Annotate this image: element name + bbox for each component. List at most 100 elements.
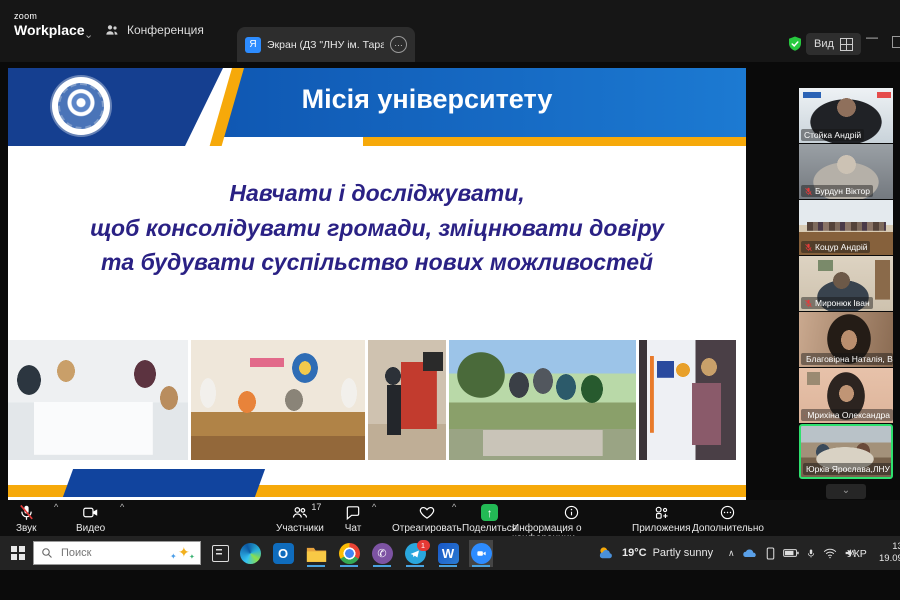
participant-tile[interactable]: Коцур Андрій [799, 200, 893, 255]
participant-name-bar: Миронюк Іван [801, 297, 873, 309]
audio-options-chevron[interactable]: ^ [54, 502, 58, 512]
participant-tile-active-speaker[interactable]: Юрків Ярослава,ЛНУ іме... [799, 424, 893, 479]
participants-strip: Стойка Андрій Бурдун Віктор Коцур Андрій [799, 88, 893, 480]
photo-flipchart-training [368, 340, 446, 460]
tab-label: Экран (ДЗ "ЛНУ ім. Тараса Шев [267, 39, 384, 51]
zoom-app-icon[interactable] [469, 540, 493, 567]
maximize-button[interactable] [892, 36, 900, 48]
mission-line-2: щоб консолідувати громади, зміцнювати до… [18, 211, 736, 246]
mission-line-3: та будувати суспільство нових можливосте… [18, 245, 736, 280]
task-view-button[interactable] [212, 545, 229, 562]
view-label: Вид [814, 38, 834, 50]
tab-options-icon[interactable]: … [390, 36, 407, 53]
phone-link-icon[interactable] [765, 547, 776, 560]
telegram-icon: 1 [405, 543, 426, 564]
clock-date: 19.09.20 [876, 553, 900, 565]
photo-strip [8, 340, 746, 460]
running-indicator [340, 565, 358, 568]
notification-badge: 1 [417, 540, 430, 551]
chrome-app-icon[interactable] [337, 540, 361, 567]
apps-icon [653, 504, 670, 521]
system-tray: ∧ [728, 542, 857, 564]
outlook-app-icon[interactable]: O [271, 540, 295, 567]
chat-options-chevron[interactable]: ^ [372, 502, 376, 512]
outlook-icon: O [273, 543, 294, 564]
chat-button[interactable]: Чат [344, 504, 362, 534]
photo-project-presentation [639, 340, 736, 460]
photo-students-workshop [8, 340, 188, 460]
share-label: Поделиться [462, 524, 517, 534]
participant-tile[interactable]: Стойка Андрій [799, 88, 893, 143]
photo-volunteers-park [449, 340, 636, 460]
wifi-icon[interactable] [823, 548, 837, 559]
participant-tile[interactable]: Бурдун Віктор [799, 144, 893, 199]
windows-taskbar: ✦ ✦ ✦ O ✆ 1 W [0, 536, 900, 570]
mic-muted-icon [804, 411, 805, 420]
slide-header-yellow-underline [363, 137, 746, 146]
clock-time: 13:30 [876, 541, 900, 553]
letterbox-strip [0, 570, 900, 600]
onedrive-icon[interactable] [742, 547, 758, 559]
search-icon [41, 547, 53, 559]
share-button[interactable]: ↑ Поделиться [462, 504, 517, 534]
participant-tile[interactable]: Миронюк Іван [799, 256, 893, 311]
file-explorer-app-icon[interactable] [304, 540, 328, 567]
tray-expand-icon[interactable]: ∧ [728, 548, 735, 559]
viber-icon: ✆ [372, 543, 393, 564]
tray-mic-icon[interactable] [806, 547, 816, 560]
partly-sunny-icon [596, 544, 616, 562]
video-button[interactable]: Видео [76, 504, 105, 534]
viber-app-icon[interactable]: ✆ [370, 540, 394, 567]
participant-tile[interactable]: Благовірна Наталія, В... [799, 312, 893, 367]
mic-muted-icon [18, 504, 35, 521]
video-options-chevron[interactable]: ^ [120, 502, 124, 512]
apps-button[interactable]: Приложения [632, 504, 691, 534]
tab-shared-screen[interactable]: Я Экран (ДЗ "ЛНУ ім. Тараса Шев … [237, 27, 415, 62]
more-ellipsis-icon [719, 504, 736, 521]
audio-button[interactable]: Звук [16, 504, 37, 534]
running-indicator [439, 565, 457, 568]
video-label: Видео [76, 524, 105, 534]
more-button[interactable]: Дополнительно [692, 504, 764, 534]
search-highlights-icon[interactable]: ✦ ✦ ✦ [170, 544, 198, 562]
taskbar-clock[interactable]: 13:30 19.09.20 [876, 541, 900, 566]
slide-header: Місія університету [8, 68, 746, 146]
nav-conference[interactable]: Конференция [104, 22, 204, 38]
word-app-icon[interactable]: W [436, 540, 460, 567]
video-camera-icon [476, 548, 487, 559]
folder-icon [306, 545, 327, 563]
taskbar-weather[interactable]: 19°C Partly sunny [596, 541, 713, 565]
zoom-meeting-window: zoom Workplace ⌄ Конференция Я Экран (ДЗ… [0, 0, 900, 600]
participant-name: Стойка Андрій [804, 130, 861, 140]
participants-button[interactable]: 17 Участники [276, 504, 324, 534]
mic-muted-icon [804, 187, 813, 196]
security-shield-icon[interactable] [786, 35, 804, 58]
camera-icon [81, 504, 100, 521]
shared-screen-slide: Місія університету Навчати і досліджуват… [8, 68, 746, 500]
edge-app-icon[interactable] [238, 540, 262, 567]
participant-name: Мрихіна Олександра [807, 410, 890, 420]
start-button[interactable] [8, 543, 28, 563]
participant-name-bar: Коцур Андрій [801, 241, 870, 253]
participant-name: Благовірна Наталія, В... [806, 354, 893, 364]
minimize-button[interactable]: — [866, 30, 878, 44]
workspace-chevron-icon[interactable]: ⌄ [84, 28, 93, 41]
sparkle-blue: ✦ [170, 552, 177, 561]
mic-muted-icon [804, 299, 813, 308]
battery-icon[interactable] [783, 548, 799, 558]
running-indicator [472, 565, 490, 568]
photo-signing-ceremony [191, 340, 365, 460]
telegram-app-icon[interactable]: 1 [403, 540, 427, 567]
view-button[interactable]: Вид [806, 33, 861, 55]
heart-icon [418, 504, 436, 521]
language-indicator[interactable]: УКР [847, 548, 867, 560]
participant-name-bar: Юрків Ярослава,ЛНУ іме... [803, 463, 893, 475]
scroll-participants-button[interactable]: ⌄ [826, 484, 866, 499]
react-options-chevron[interactable]: ^ [452, 502, 456, 512]
participants-count: 17 [311, 503, 321, 512]
participant-tile[interactable]: Мрихіна Олександра [799, 368, 893, 423]
logo-text-zoom: zoom [14, 12, 85, 21]
running-indicator [307, 565, 325, 568]
weather-temp: 19°C [622, 547, 647, 559]
apps-label: Приложения [632, 524, 691, 534]
